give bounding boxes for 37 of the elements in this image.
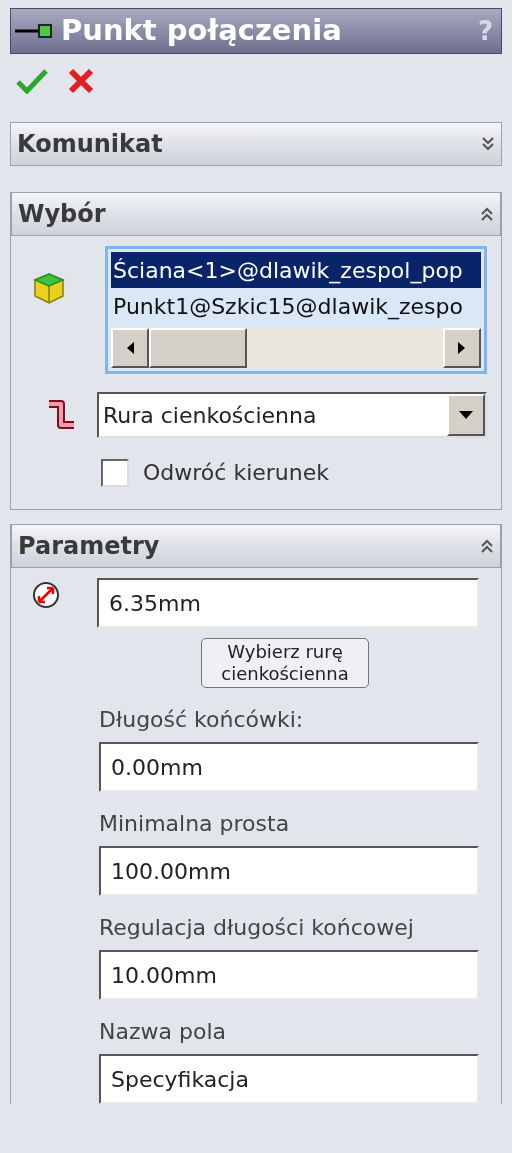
field-label: Minimalna prosta	[99, 810, 291, 838]
section-header[interactable]: Parametry	[11, 524, 501, 568]
value-field[interactable]: 100.00mm	[99, 846, 479, 896]
selection-list[interactable]: Ściana<1>@dlawik_zespol_pop Punkt1@Szkic15@dlawik_zespo	[105, 246, 487, 374]
selection-item[interactable]: Punkt1@Szkic15@dlawik_zespo	[111, 288, 481, 324]
cube-icon	[31, 270, 67, 306]
panel-title: Punkt połączenia	[61, 12, 342, 50]
collapse-icon[interactable]	[480, 206, 494, 222]
diameter-icon	[31, 580, 61, 610]
scroll-thumb[interactable]	[149, 328, 247, 368]
section-title: Parametry	[18, 531, 160, 562]
field-label: Nazwa pola	[99, 1018, 227, 1046]
field-label: Długość końcówki:	[99, 706, 305, 734]
scroll-right-button[interactable]	[443, 328, 481, 368]
collapse-icon[interactable]	[480, 538, 494, 554]
section-header[interactable]: Wybór	[11, 192, 501, 236]
field-label: Regulacja długości końcowej	[99, 914, 415, 942]
connection-point-icon	[15, 23, 55, 39]
scroll-left-button[interactable]	[111, 328, 149, 368]
section-title: Komunikat	[17, 129, 163, 160]
section-header[interactable]: Komunikat	[10, 122, 502, 166]
value-field[interactable]: 6.35mm	[97, 578, 479, 628]
right-arrow-icon	[457, 341, 467, 355]
caret-icon	[459, 411, 473, 419]
selection-item[interactable]: Ściana<1>@dlawik_zespol_pop	[111, 252, 481, 288]
select-pipe-button[interactable]: Wybierz rurę cienkościenna	[201, 638, 369, 688]
horizontal-scrollbar[interactable]	[111, 328, 481, 368]
value-field[interactable]: 10.00mm	[99, 950, 479, 1000]
cancel-icon[interactable]	[68, 68, 94, 94]
section-title: Wybór	[18, 199, 106, 230]
left-arrow-icon	[125, 341, 135, 355]
value-field[interactable]: 0.00mm	[99, 742, 479, 792]
checkbox[interactable]	[101, 458, 129, 487]
value-field[interactable]: Specyfikacja	[99, 1054, 479, 1104]
expand-icon[interactable]	[481, 136, 495, 152]
checkbox-label: Odwróć kierunek	[143, 459, 329, 487]
pipe-type-dropdown[interactable]: Rura cienkościenna	[97, 392, 487, 438]
